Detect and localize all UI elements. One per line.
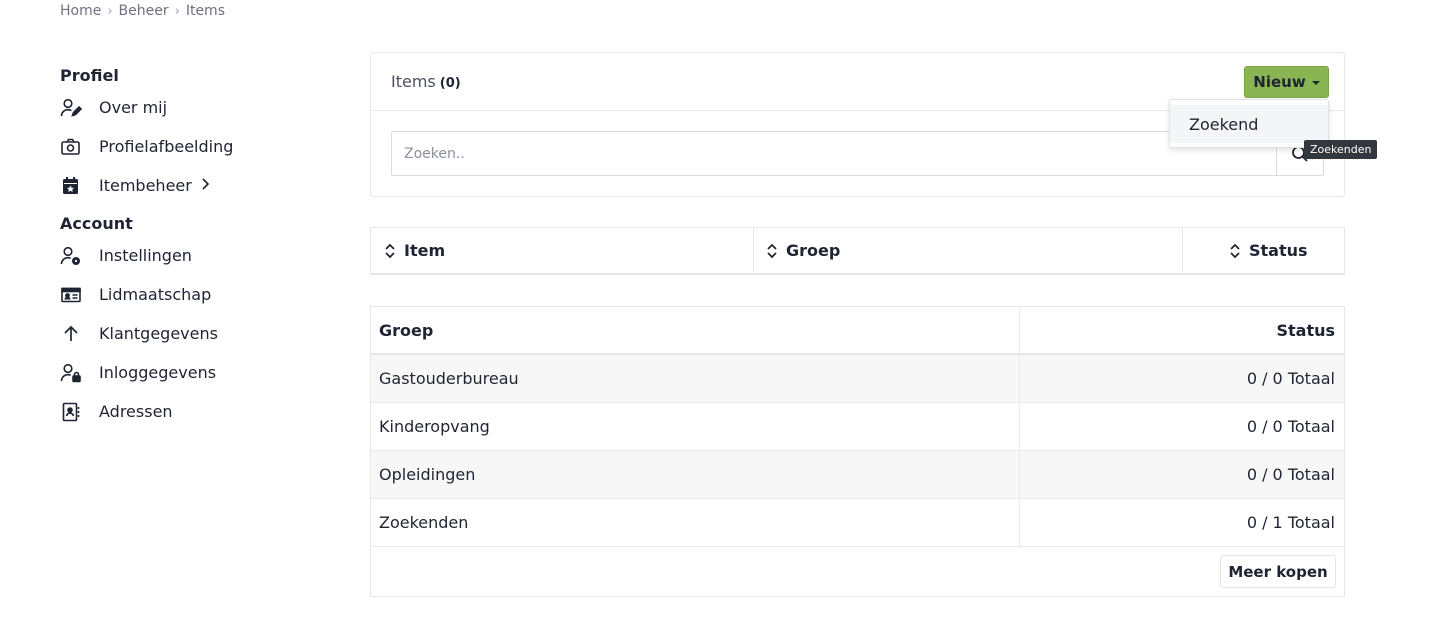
cell-status: 0 / 0 Totaal: [1246, 417, 1335, 436]
breadcrumb-items[interactable]: Items: [186, 3, 225, 19]
column-header-status[interactable]: Status: [1183, 228, 1344, 273]
caret-down-icon: [1311, 81, 1320, 85]
table-footer: Meer kopen: [371, 547, 1344, 597]
items-title-text: Items: [391, 72, 436, 91]
cell-status: 0 / 0 Totaal: [1246, 465, 1335, 484]
sidebar-item-label: Lidmaatschap: [99, 285, 212, 304]
column-header-label: Status: [1249, 241, 1308, 260]
cell-status: 0 / 0 Totaal: [1246, 369, 1335, 388]
sidebar-item-lidmaatschap[interactable]: Lidmaatschap: [60, 275, 320, 314]
sidebar-item-label: Instellingen: [99, 246, 192, 265]
sidebar-item-itembeheer[interactable]: Itembeheer: [60, 166, 320, 205]
cell-groep: Opleidingen: [371, 451, 1020, 498]
cell-status: 0 / 1 Totaal: [1246, 513, 1335, 532]
user-lock-icon: [60, 362, 82, 384]
sort-icon: [384, 243, 396, 259]
breadcrumb-home[interactable]: Home: [60, 3, 101, 19]
sort-icon: [1229, 243, 1241, 259]
column-header-label: Groep: [786, 241, 841, 260]
table-header-row: Groep Status: [371, 307, 1344, 355]
items-count: (0): [439, 76, 461, 91]
sidebar-item-label: Klantgegevens: [99, 324, 218, 343]
buy-more-button[interactable]: Meer kopen: [1220, 555, 1336, 588]
items-title: Items (0): [391, 72, 461, 91]
sidebar-item-label: Inloggegevens: [99, 363, 217, 382]
sidebar: Profiel Over mij Profielafbeelding Itemb…: [60, 64, 320, 431]
sidebar-item-adressen[interactable]: Adressen: [60, 392, 320, 431]
table-row: Kinderopvang 0 / 0 Totaal: [371, 403, 1344, 451]
cell-groep: Kinderopvang: [371, 403, 1020, 450]
id-card-icon: [60, 284, 82, 306]
sidebar-item-label: Profielafbeelding: [99, 137, 234, 156]
sidebar-section-account: Account Instellingen Lidmaatschap Klantg…: [60, 212, 320, 431]
cell-groep: Zoekenden: [371, 499, 1020, 546]
address-book-icon: [60, 401, 82, 423]
new-button[interactable]: Nieuw: [1244, 66, 1329, 98]
sidebar-item-label: Over mij: [99, 98, 168, 117]
new-button-label: Nieuw: [1253, 73, 1306, 91]
sidebar-item-klantgegevens[interactable]: Klantgegevens: [60, 314, 320, 353]
table-row: Opleidingen 0 / 0 Totaal: [371, 451, 1344, 499]
chevron-right-icon: ›: [107, 3, 113, 19]
header-groep: Groep: [371, 307, 1020, 353]
table-row: Zoekenden 0 / 1 Totaal: [371, 499, 1344, 547]
sidebar-section-profile: Profiel Over mij Profielafbeelding Itemb…: [60, 64, 320, 205]
column-header-label: Item: [404, 241, 446, 260]
search-input[interactable]: [391, 131, 1276, 176]
arrow-up-icon: [60, 323, 82, 345]
chevron-right-icon: [200, 176, 210, 195]
sort-icon: [766, 243, 778, 259]
sidebar-heading-profile: Profiel: [60, 66, 119, 85]
sidebar-item-inloggegevens[interactable]: Inloggegevens: [60, 353, 320, 392]
calendar-star-icon: [60, 175, 82, 197]
camera-icon: [60, 136, 82, 158]
header-status: Status: [1276, 320, 1335, 340]
cell-groep: Gastouderbureau: [371, 355, 1020, 402]
items-table-header: Item Groep Status: [370, 227, 1345, 275]
sidebar-item-profielafbeelding[interactable]: Profielafbeelding: [60, 127, 320, 166]
sidebar-item-instellingen[interactable]: Instellingen: [60, 236, 320, 275]
user-gear-icon: [60, 245, 82, 267]
sidebar-item-label: Itembeheer: [99, 176, 192, 195]
sidebar-heading-account: Account: [60, 214, 133, 233]
user-edit-icon: [60, 97, 82, 119]
table-row: Gastouderbureau 0 / 0 Totaal: [371, 355, 1344, 403]
sidebar-item-over-mij[interactable]: Over mij: [60, 88, 320, 127]
dropdown-item-zoekend[interactable]: Zoekend: [1170, 105, 1328, 143]
chevron-right-icon: ›: [174, 3, 180, 19]
sidebar-item-label: Adressen: [99, 402, 173, 421]
breadcrumb: Home › Beheer › Items: [60, 3, 225, 19]
column-header-item[interactable]: Item: [371, 228, 754, 273]
tooltip: Zoekenden: [1304, 140, 1378, 159]
column-header-groep[interactable]: Groep: [754, 228, 1183, 273]
group-table: Groep Status Gastouderbureau 0 / 0 Totaa…: [370, 306, 1345, 597]
breadcrumb-beheer[interactable]: Beheer: [119, 3, 169, 19]
